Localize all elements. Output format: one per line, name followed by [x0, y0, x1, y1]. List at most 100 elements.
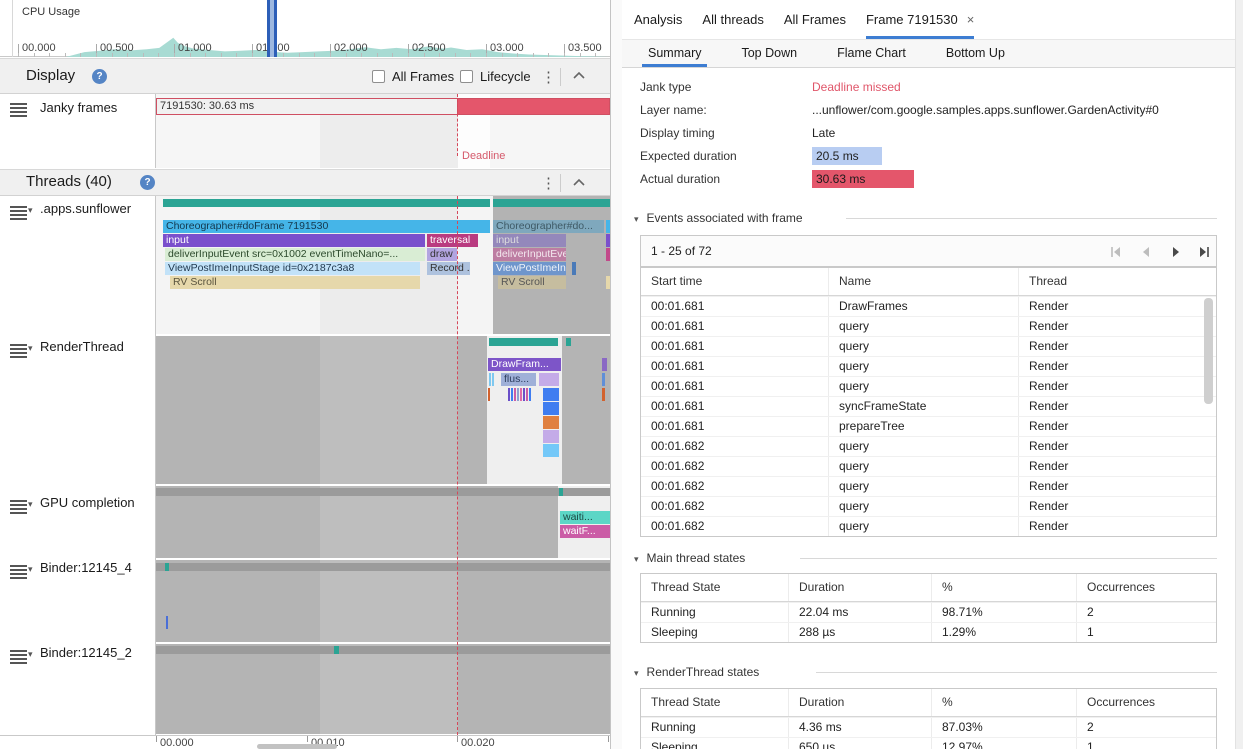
- drag-handle-icon[interactable]: [10, 650, 27, 663]
- thread-state-bar: [493, 199, 610, 207]
- cell: query: [828, 377, 1018, 396]
- expand-triangle-icon: ▾: [28, 499, 33, 510]
- events-table-scrollbar[interactable]: [1204, 298, 1213, 404]
- trace-span-rv-scroll-next[interactable]: RV Scroll: [498, 276, 566, 289]
- drag-handle-icon[interactable]: [10, 565, 27, 578]
- panel-scrollbar[interactable]: [1235, 0, 1243, 749]
- tab-summary[interactable]: Summary: [642, 40, 707, 67]
- event-row[interactable]: 00:01.681DrawFramesRender: [641, 296, 1216, 316]
- trace-span-flush[interactable]: flus...: [501, 373, 536, 386]
- collapse-chevron-icon[interactable]: [572, 178, 588, 194]
- event-row[interactable]: 00:01.682queryRender: [641, 496, 1216, 516]
- minor-tick: [330, 53, 331, 57]
- track-band: [320, 644, 458, 734]
- help-icon[interactable]: ?: [92, 69, 107, 84]
- cell: Running: [641, 718, 788, 737]
- tab-all-threads[interactable]: All threads: [702, 0, 763, 39]
- event-row[interactable]: 00:01.682queryRender: [641, 456, 1216, 476]
- help-icon[interactable]: ?: [140, 175, 155, 190]
- event-row[interactable]: 00:01.682queryRender: [641, 476, 1216, 496]
- trace-span-input-next[interactable]: input: [493, 234, 566, 247]
- cell: Render: [1018, 457, 1216, 476]
- column-header: Occurrences: [1076, 574, 1216, 601]
- tab-bottom-up[interactable]: Bottom Up: [940, 40, 1011, 67]
- cpu-usage-strip[interactable]: CPU Usage 00.00000.50001.00001.50002.000…: [0, 0, 610, 57]
- drag-handle-icon[interactable]: [10, 500, 27, 513]
- previous-page-icon[interactable]: [1139, 245, 1153, 259]
- event-row[interactable]: 00:01.681prepareTreeRender: [641, 416, 1216, 436]
- first-page-icon[interactable]: [1109, 245, 1123, 259]
- janky-frame-bar-overrun[interactable]: [458, 98, 610, 115]
- state-row[interactable]: Sleeping650 µs12.97%1: [641, 737, 1216, 749]
- event-row[interactable]: 00:01.681syncFrameStateRender: [641, 396, 1216, 416]
- trace-span-waiting[interactable]: waiti...: [560, 511, 610, 524]
- trace-span-draw[interactable]: draw: [427, 248, 457, 261]
- trace-span-input[interactable]: input: [163, 234, 425, 247]
- time-tick: [457, 736, 458, 742]
- trace-span[interactable]: [543, 388, 559, 401]
- lifecycle-checkbox[interactable]: [460, 70, 473, 83]
- track-top-bar: [156, 563, 610, 571]
- collapse-triangle-icon: ▾: [634, 554, 639, 564]
- trace-span[interactable]: [543, 444, 559, 457]
- trace-span-viewpostime[interactable]: ViewPostImeInputStage id=0x2187c3a8: [165, 262, 420, 275]
- event-row[interactable]: 00:01.681queryRender: [641, 316, 1216, 336]
- time-tick-label: 00.000: [160, 737, 194, 749]
- tab-analysis[interactable]: Analysis: [634, 0, 682, 39]
- trace-span-choreographer-next[interactable]: Choreographer#do...: [493, 220, 604, 233]
- frame-selection-marker[interactable]: [267, 0, 277, 57]
- state-row[interactable]: Running22.04 ms98.71%2: [641, 602, 1216, 622]
- event-row[interactable]: 00:01.682queryRender: [641, 516, 1216, 536]
- kebab-menu-icon[interactable]: ⋮: [541, 68, 553, 86]
- trace-span-traversal[interactable]: traversal: [427, 234, 478, 247]
- trace-span-deliver-input-event[interactable]: deliverInputEvent src=0x1002 eventTimeNa…: [165, 248, 425, 261]
- lifecycle-label: Lifecycle: [480, 69, 531, 84]
- render-states-section-header[interactable]: ▾RenderThread states: [634, 665, 759, 679]
- horizontal-scrollbar[interactable]: [257, 744, 337, 749]
- trace-span[interactable]: [543, 430, 559, 443]
- trace-span[interactable]: [543, 416, 559, 429]
- separator: [560, 174, 561, 192]
- main-states-title: Main thread states: [647, 551, 746, 565]
- trace-span-deliver-next[interactable]: deliverInputEven...: [493, 248, 566, 261]
- state-row[interactable]: Running4.36 ms87.03%2: [641, 717, 1216, 737]
- tab-frame[interactable]: Frame 7191530×: [866, 0, 974, 39]
- tab-flame-chart[interactable]: Flame Chart: [831, 40, 912, 67]
- analysis-tab-bar: Analysis All threads All Frames Frame 71…: [622, 0, 1243, 40]
- events-section-header[interactable]: ▾Events associated with frame: [634, 211, 803, 225]
- event-row[interactable]: 00:01.681queryRender: [641, 356, 1216, 376]
- janky-frame-bar[interactable]: 7191530: 30.63 ms: [156, 98, 458, 115]
- trace-span[interactable]: [539, 373, 559, 386]
- event-row[interactable]: 00:01.682queryRender: [641, 436, 1216, 456]
- next-page-icon[interactable]: [1169, 245, 1183, 259]
- state-row[interactable]: Sleeping288 µs1.29%1: [641, 622, 1216, 642]
- trace-span[interactable]: [543, 402, 559, 415]
- trace-stripe: [511, 388, 513, 401]
- trace-span-waitfence[interactable]: waitF...: [560, 525, 610, 538]
- trace-span-record[interactable]: Record ...: [427, 262, 470, 275]
- events-section-title: Events associated with frame: [647, 211, 803, 225]
- drag-handle-icon[interactable]: [10, 103, 27, 116]
- tab-all-frames[interactable]: All Frames: [784, 0, 846, 39]
- trace-span-viewpost-next[interactable]: ViewPostImeInp...: [493, 262, 566, 275]
- trace-span-drawframes[interactable]: DrawFram...: [488, 358, 561, 371]
- trace-span-choreographer[interactable]: Choreographer#doFrame 7191530: [163, 220, 490, 233]
- main-states-section-header[interactable]: ▾ Main thread states: [634, 551, 745, 565]
- tab-top-down[interactable]: Top Down: [735, 40, 803, 67]
- all-frames-checkbox[interactable]: [372, 70, 385, 83]
- cell: 98.71%: [931, 603, 1076, 622]
- drag-handle-icon[interactable]: [10, 206, 27, 219]
- close-icon[interactable]: ×: [967, 12, 975, 27]
- event-row[interactable]: 00:01.681queryRender: [641, 336, 1216, 356]
- collapse-chevron-icon[interactable]: [572, 71, 588, 87]
- track-band: [320, 486, 458, 558]
- frame-subtab-bar: Summary Top Down Flame Chart Bottom Up: [622, 40, 1243, 68]
- event-row[interactable]: 00:01.681queryRender: [641, 376, 1216, 396]
- drag-handle-icon[interactable]: [10, 344, 27, 357]
- trace-span-rv-scroll[interactable]: RV Scroll: [170, 276, 420, 289]
- last-page-icon[interactable]: [1197, 245, 1211, 259]
- panel-splitter[interactable]: [610, 0, 622, 749]
- expand-triangle-icon: ▾: [28, 205, 33, 216]
- kebab-menu-icon[interactable]: ⋮: [541, 174, 553, 192]
- cell: Render: [1018, 397, 1216, 416]
